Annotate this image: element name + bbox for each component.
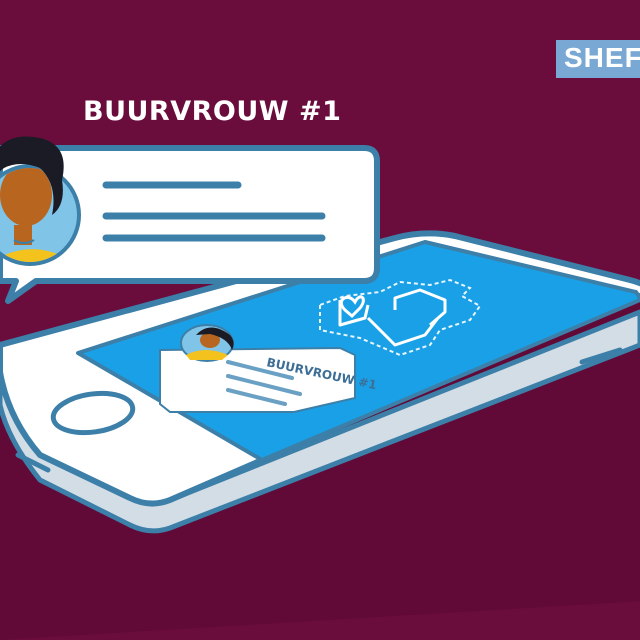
- mini-avatar: [180, 324, 234, 362]
- bubble-title: BUURVROUW #1: [83, 96, 342, 127]
- brand-logo-text: SHEF: [564, 42, 640, 73]
- brand-logo: SHEF: [556, 40, 640, 78]
